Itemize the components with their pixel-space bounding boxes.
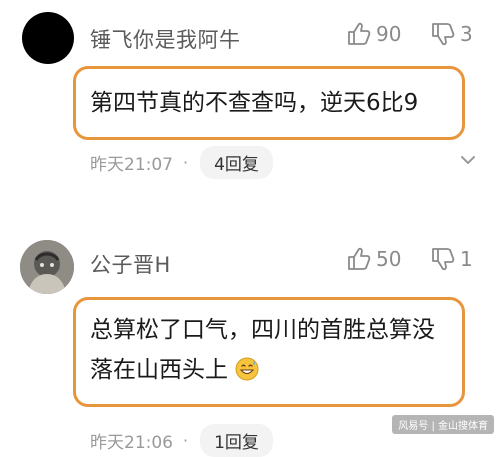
reply-count-button[interactable]: 1回复 bbox=[200, 424, 273, 457]
avatar-image bbox=[20, 240, 74, 294]
comment-meta: 昨天21:07 · 4回复 bbox=[90, 146, 273, 179]
like-button[interactable]: 90 bbox=[346, 21, 401, 47]
chevron-down-icon[interactable] bbox=[458, 150, 478, 170]
reply-count-button[interactable]: 4回复 bbox=[200, 146, 273, 179]
grinning-sweat-emoji bbox=[235, 357, 259, 381]
comment-username[interactable]: 公子晋H bbox=[90, 249, 171, 279]
comment-time: 昨天21:06 bbox=[90, 433, 173, 453]
comment-text-line: 总算松了口气，四川的首胜总算没 bbox=[90, 317, 435, 343]
comment-meta: 昨天21:06 · 1回复 bbox=[90, 424, 273, 457]
comment-time: 昨天21:07 bbox=[90, 155, 173, 175]
comment-item: 锤飞你是我阿牛 90 3 第四节真的不查查吗，逆天6比9 昨天21:07 · 4… bbox=[0, 0, 500, 200]
comment-text-line: 落在山西头上 bbox=[90, 357, 228, 383]
thumbs-down-icon bbox=[432, 23, 455, 46]
comment-text: 第四节真的不查查吗，逆天6比9 bbox=[90, 90, 419, 116]
comment-text-highlight: 总算松了口气，四川的首胜总算没 落在山西头上 bbox=[73, 297, 465, 407]
thumbs-up-icon bbox=[348, 247, 371, 270]
like-count: 50 bbox=[376, 247, 402, 271]
like-count: 90 bbox=[376, 22, 402, 46]
dislike-count: 3 bbox=[460, 22, 473, 46]
dislike-button[interactable]: 3 bbox=[430, 21, 473, 47]
comment-text-line-2: 落在山西头上 bbox=[90, 350, 448, 390]
dislike-button[interactable]: 1 bbox=[430, 246, 473, 272]
thumbs-up-icon bbox=[348, 22, 371, 45]
comment-text-highlight: 第四节真的不查查吗，逆天6比9 bbox=[73, 66, 465, 140]
thumbs-down-icon bbox=[432, 248, 455, 271]
separator-dot: · bbox=[183, 431, 189, 450]
dislike-count: 1 bbox=[460, 247, 473, 271]
source-watermark: 风易号 | 金山搜体育 bbox=[392, 415, 494, 434]
avatar[interactable] bbox=[20, 240, 74, 294]
comment-username[interactable]: 锤飞你是我阿牛 bbox=[90, 24, 241, 54]
avatar[interactable] bbox=[22, 12, 74, 64]
comment-item: 公子晋H 50 1 总算松了口气，四川的首胜总算没 落在山西头上 昨天21:06… bbox=[0, 226, 500, 457]
separator-dot: · bbox=[183, 153, 189, 172]
like-button[interactable]: 50 bbox=[346, 246, 401, 272]
